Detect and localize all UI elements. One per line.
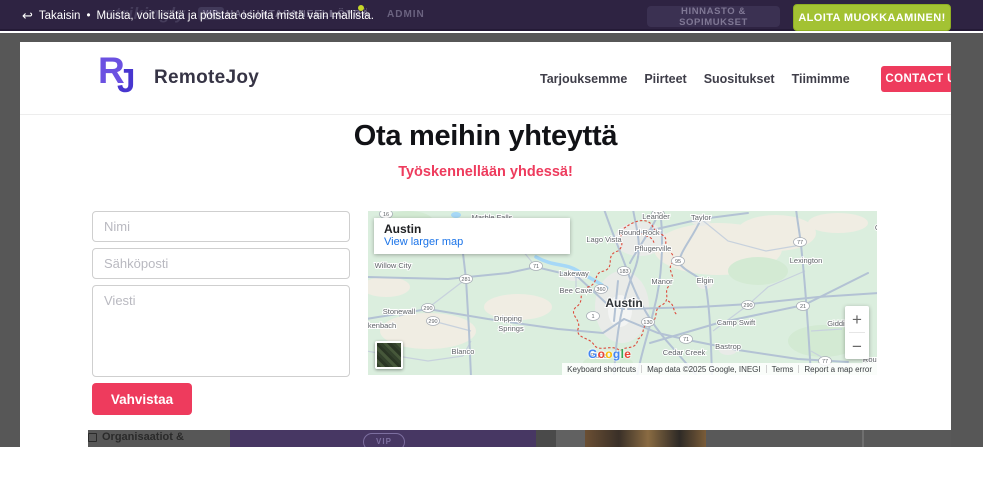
strip-gray-block (536, 430, 556, 447)
site-nav: Tarjouksemme Piirteet Suositukset Tiimim… (540, 42, 951, 115)
checkbox-icon (88, 432, 97, 442)
notice-separator: • (86, 9, 91, 22)
email-input[interactable] (92, 248, 350, 279)
map-label: Dripping (494, 314, 522, 323)
map-label: Cedar Creek (663, 348, 706, 357)
report-map-error-link[interactable]: Report a map error (799, 365, 877, 374)
page-subtitle: Työskennellään yhdessä! (398, 164, 573, 180)
notice-text: Muista, voit lisätä ja poistaa osioita m… (96, 9, 374, 22)
route-shield-number: 360 (596, 287, 605, 293)
satellite-view-thumbnail[interactable] (375, 341, 403, 369)
map-label: Pflugerville (635, 244, 672, 253)
start-editing-button[interactable]: ALOITA MUOKKAAMINEN! (793, 4, 951, 31)
route-shield-number: 21 (800, 304, 806, 310)
route-shield-number: 1 (591, 314, 594, 320)
topnav-admin[interactable]: ADMIN (387, 9, 425, 20)
map-label: Taylor (691, 213, 712, 222)
view-larger-map-link[interactable]: View larger map (384, 236, 560, 248)
keyboard-shortcuts-link[interactable]: Keyboard shortcuts (562, 365, 641, 374)
strip-gray-block (706, 430, 951, 447)
monogram-j: J (117, 62, 136, 99)
map-label: Round Rock (618, 228, 660, 237)
google-logo-letter: o (605, 347, 613, 361)
route-shield-number: 281 (461, 277, 470, 283)
route-shield-number: 77 (797, 240, 803, 246)
terms-link[interactable]: Terms (767, 365, 799, 374)
map-label: Bastrop (715, 342, 741, 351)
site-header: R J RemoteJoy Tarjouksemme Piirteet Suos… (20, 42, 951, 115)
google-logo-letter: G (588, 347, 598, 361)
map-attribution: Keyboard shortcuts Map data ©2025 Google… (562, 363, 877, 375)
message-textarea[interactable] (92, 285, 350, 377)
map-label: Stonewall (383, 307, 416, 316)
site-logo-text: RemoteJoy (154, 67, 260, 88)
strip-photo-thumbnail (585, 430, 706, 447)
nav-piirteet[interactable]: Piirteet (644, 72, 686, 86)
submit-button[interactable]: Vahvistaa (92, 383, 192, 415)
map-label: Austin (605, 296, 642, 310)
map-label: Springs (498, 324, 524, 333)
nav-tiimimme[interactable]: Tiimimme (792, 72, 850, 86)
back-notice: ↩ Takaisin • Muista, voit lisätä ja pois… (22, 0, 374, 31)
nav-tarjouksemme[interactable]: Tarjouksemme (540, 72, 627, 86)
google-map[interactable]: 16 130 77 281 71 183 360 95 290 290 290 21 1 130 71 77 … (368, 211, 877, 375)
map-label: Lakeway (559, 269, 589, 278)
name-input[interactable] (92, 211, 350, 242)
back-arrow-icon[interactable]: ↩ (22, 8, 33, 24)
route-shield-number: 290 (428, 319, 437, 325)
map-label: Luckenbach (368, 321, 396, 330)
route-shield-number: 71 (683, 337, 689, 343)
google-logo-letter: g (612, 347, 621, 361)
strip-purple-panel: VIP (230, 430, 536, 447)
map-zoom-out-button[interactable]: − (845, 333, 869, 359)
route-shield-number: 290 (423, 306, 432, 312)
map-data-text: Map data ©2025 Google, INEGI (647, 364, 761, 374)
map-infobox: Austin View larger map (374, 218, 570, 254)
route-shield-number: 95 (675, 259, 681, 265)
page-title: Ota meihin yhteyttä (353, 120, 618, 152)
editor-topbar: strikingly VIP HALLINTAPANEELI LÖYDÄ ADM… (0, 0, 983, 31)
route-shield-number: 71 (533, 264, 539, 270)
map-zoom-control: + − (845, 306, 869, 359)
contact-us-button[interactable]: CONTACT US (880, 65, 951, 92)
site-preview-page: R J RemoteJoy Tarjouksemme Piirteet Suos… (20, 42, 951, 430)
map-label: Willow City (375, 261, 412, 270)
google-logo[interactable]: Google (588, 347, 631, 361)
map-label: Lago Vista (586, 235, 622, 244)
route-shield-number: 183 (619, 269, 628, 275)
bottom-band (0, 447, 983, 485)
section-checkbox-label[interactable]: Organisaatiot & (88, 431, 184, 443)
map-label: Leander (642, 212, 670, 221)
route-shield-number: 290 (743, 303, 752, 309)
strip-white-gap (20, 430, 88, 447)
map-label: Lexington (790, 256, 823, 265)
screen: strikingly VIP HALLINTAPANEELI LÖYDÄ ADM… (0, 0, 983, 485)
map-label: Caldwell (875, 223, 877, 232)
map-infobox-title: Austin (384, 222, 422, 236)
strip-divider-line (862, 430, 864, 447)
strip-gray-block (556, 430, 585, 447)
site-logo[interactable]: R J RemoteJoy (98, 52, 259, 104)
map-zoom-in-button[interactable]: + (845, 306, 869, 332)
map-label: Camp Swift (717, 318, 756, 327)
route-shield-number: 130 (643, 320, 652, 326)
back-link[interactable]: Takaisin (39, 10, 81, 22)
map-label: Manor (651, 277, 673, 286)
strip-vip-badge: VIP (363, 433, 405, 447)
map-label: Blanco (452, 347, 475, 356)
nav-suositukset[interactable]: Suositukset (704, 72, 775, 86)
pricing-button[interactable]: HINNASTO & SOPIMUKSET (647, 6, 780, 28)
google-logo-letter: e (624, 347, 632, 361)
section-label-text: Organisaatiot & (102, 431, 184, 443)
map-label: Bee Cave (560, 286, 593, 295)
rj-monogram-icon: R J (98, 52, 144, 104)
cutoff-next-section: Organisaatiot & VIP (20, 430, 951, 447)
map-label: Elgin (697, 276, 714, 285)
